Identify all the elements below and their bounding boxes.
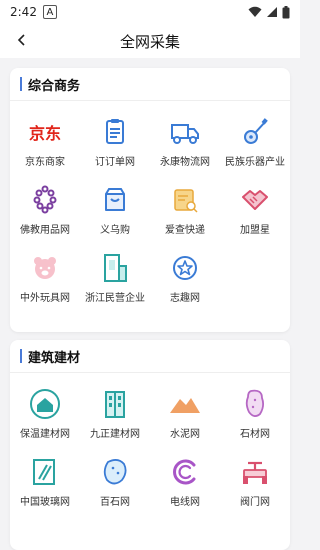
grid-item-express[interactable]: 爱查快递 (150, 183, 220, 243)
grid-item-label: 义乌购 (100, 225, 130, 236)
grid-item-cement[interactable]: 水泥网 (150, 387, 220, 447)
notification-icon: A (42, 5, 57, 19)
grid-item-label: 爱查快递 (165, 225, 205, 236)
valve-icon (238, 455, 272, 489)
chevron-left-icon (17, 34, 25, 46)
grid-item-label: 浙江民营企业 (85, 293, 145, 304)
grid-item-logistics[interactable]: 永康物流网 (150, 115, 220, 175)
toy-bear-icon (28, 251, 62, 285)
grid-item-jiuzheng[interactable]: 九正建材网 (80, 387, 150, 447)
section-card-business: 综合商务 京东 京东商家 订订单网 永康物流网 民族乐器产业 佛教用品网 义乌购… (10, 68, 290, 332)
wifi-icon (248, 6, 262, 17)
section-accent-bar (20, 77, 22, 91)
grid-item-label: 百石网 (100, 497, 130, 508)
status-bar: 2:42 A (0, 0, 300, 24)
rock-icon (98, 455, 132, 489)
section-card-building: 建筑建材 保温建材网 九正建材网 水泥网 石材网 中国玻璃网 百石网 电线网 阀… (10, 340, 290, 550)
cabinet-icon (98, 387, 132, 421)
guitar-icon (238, 115, 272, 149)
grid-item-buddhist[interactable]: 佛教用品网 (10, 183, 80, 243)
grid-item-label: 订订单网 (95, 157, 135, 168)
grid-item-label: 阀门网 (240, 497, 270, 508)
grid-item-label: 石材网 (240, 429, 270, 440)
section-title: 建筑建材 (28, 350, 81, 366)
grid-item-zhiqu[interactable]: 志趣网 (150, 251, 220, 311)
grid-item-valve[interactable]: 阀门网 (220, 455, 290, 515)
building-icon (98, 251, 132, 285)
prayer-beads-icon (28, 183, 62, 217)
grid-item-toys[interactable]: 中外玩具网 (10, 251, 80, 311)
grid-item-label: 志趣网 (170, 293, 200, 304)
grid-item-yiwu[interactable]: 义乌购 (80, 183, 150, 243)
glass-icon (28, 455, 62, 489)
grid-item-label: 永康物流网 (160, 157, 210, 168)
grid-item-instrument[interactable]: 民族乐器产业 (220, 115, 290, 175)
grid-item-franchise[interactable]: 加盟星 (220, 183, 290, 243)
grid-item-label: 保温建材网 (20, 429, 70, 440)
jd-logo-icon: 京东 (28, 124, 61, 143)
grid-item-label: 民族乐器产业 (225, 157, 285, 168)
mountain-icon (168, 387, 202, 421)
grid-item-label: 京东商家 (25, 157, 65, 168)
signal-icon (267, 7, 277, 17)
grid-item-label: 九正建材网 (90, 429, 140, 440)
grid-item-label: 加盟星 (240, 225, 270, 236)
section-accent-bar (20, 349, 22, 363)
grid-item-label: 电线网 (170, 497, 200, 508)
grid-item-jd[interactable]: 京东 京东商家 (10, 115, 80, 175)
section-divider (10, 372, 290, 373)
house-icon (28, 387, 62, 421)
truck-icon (168, 115, 202, 149)
handshake-icon (238, 183, 272, 217)
grid-item-glass[interactable]: 中国玻璃网 (10, 455, 80, 515)
status-time: 2:42 (10, 5, 37, 19)
grid-item-label: 水泥网 (170, 429, 200, 440)
grid-item-wire[interactable]: 电线网 (150, 455, 220, 515)
grid-item-label: 中外玩具网 (20, 293, 70, 304)
grid-item-label: 佛教用品网 (20, 225, 70, 236)
grid-item-zhejiang[interactable]: 浙江民营企业 (80, 251, 150, 311)
section-header: 建筑建材 (10, 340, 290, 372)
package-search-icon (168, 183, 202, 217)
app-header: 全网采集 (0, 24, 300, 58)
section-title: 综合商务 (28, 78, 81, 94)
star-circle-icon (168, 251, 202, 285)
grid-item-stone[interactable]: 石材网 (220, 387, 290, 447)
grid-item-insulation[interactable]: 保温建材网 (10, 387, 80, 447)
back-button[interactable] (10, 28, 34, 52)
wire-icon (168, 455, 202, 489)
section-header: 综合商务 (10, 68, 290, 100)
battery-icon (282, 5, 290, 18)
stone-icon (238, 387, 272, 421)
section-divider (10, 100, 290, 101)
shop-bag-icon (98, 183, 132, 217)
grid-item-label: 中国玻璃网 (20, 497, 70, 508)
grid-item-baishi[interactable]: 百石网 (80, 455, 150, 515)
grid-item-order[interactable]: 订订单网 (80, 115, 150, 175)
clipboard-icon (98, 115, 132, 149)
page-title: 全网采集 (119, 32, 180, 51)
